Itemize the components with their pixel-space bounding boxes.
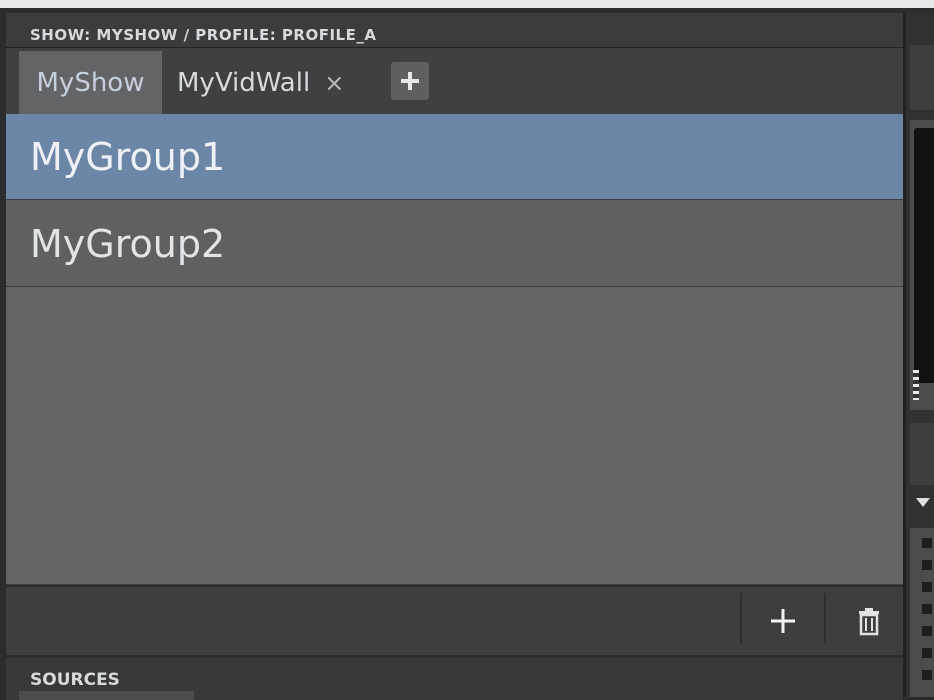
list-markers: [922, 538, 932, 688]
group-list: MyGroup1 MyGroup2: [6, 114, 903, 584]
chevron-down-icon[interactable]: [916, 498, 930, 507]
list-item-label: MyGroup2: [30, 221, 226, 266]
list-item-mygroup2[interactable]: MyGroup2: [6, 201, 903, 287]
sources-panel-header: SOURCES: [6, 655, 903, 700]
preview-area: [910, 120, 934, 410]
plus-icon: [771, 609, 795, 633]
add-tab-button[interactable]: [391, 62, 429, 100]
list-item-label: MyGroup1: [30, 134, 226, 179]
window-top-edge: [0, 0, 934, 8]
list-toolbar: [6, 585, 903, 655]
divider: [740, 593, 742, 643]
close-icon[interactable]: ×: [324, 71, 344, 95]
tab-label: MyShow: [36, 67, 145, 98]
show-panel: SHOW: MYSHOW / PROFILE: PROFILE_A MyShow…: [6, 13, 903, 700]
right-panel-header: [910, 45, 934, 110]
tab-label: MyVidWall: [177, 67, 311, 98]
right-panel-partial: [903, 13, 934, 697]
tab-myvidwall[interactable]: MyVidWall ×: [177, 51, 382, 114]
delete-group-button[interactable]: [849, 601, 889, 641]
trash-icon: [859, 608, 879, 636]
tab-myshow[interactable]: MyShow: [19, 51, 162, 114]
sources-title: SOURCES: [30, 670, 120, 690]
list-item-mygroup1[interactable]: MyGroup1: [6, 114, 903, 200]
right-panel-section: [910, 423, 934, 485]
panel-header: SHOW: MYSHOW / PROFILE: PROFILE_A: [6, 13, 903, 48]
sources-tab[interactable]: [19, 691, 194, 700]
preview-stripes: [913, 370, 919, 400]
plus-icon: [401, 72, 419, 90]
add-group-button[interactable]: [763, 601, 803, 641]
divider: [824, 593, 826, 643]
preview-screen: [914, 128, 934, 383]
panel-title: SHOW: MYSHOW / PROFILE: PROFILE_A: [30, 26, 377, 44]
right-panel-list: [910, 528, 934, 697]
tab-bar: MyShow MyVidWall ×: [6, 48, 903, 114]
